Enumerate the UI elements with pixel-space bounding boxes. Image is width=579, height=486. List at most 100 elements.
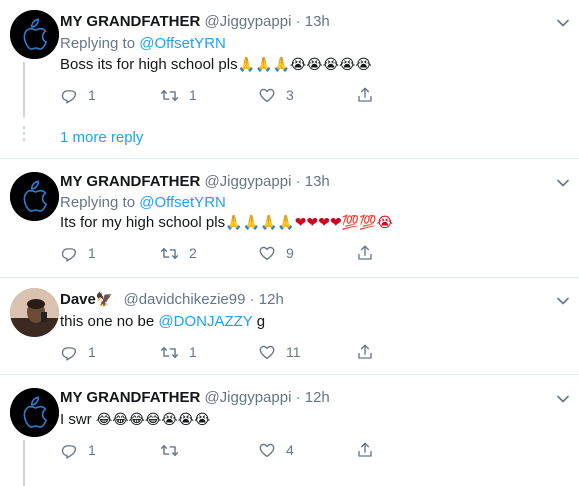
share-button[interactable] [356,342,384,362]
like-count: 3 [286,87,294,103]
share-icon [356,343,374,361]
tweet-header: Dave🦅 @davidchikezie99 · 12h [60,290,284,310]
retweet-count: 2 [189,245,197,261]
replying-to: Replying to @OffsetYRN [60,193,226,213]
like-button[interactable]: 9 [258,243,294,263]
retweet-button[interactable]: 1 [160,85,197,105]
tweet-text-content: Boss its for high school pls [60,56,238,73]
replying-to-mention[interactable]: @OffsetYRN [139,194,226,211]
retweet-icon [160,343,179,362]
separator-dot: · [295,173,301,190]
share-button[interactable] [356,85,384,105]
tweet-header: MY GRANDFATHER @Jiggypappi · 13h [60,12,330,32]
user-handle[interactable]: @Jiggypappi [204,173,291,190]
tweet-emojis: 😂😂😂😂😭😭😭 [95,412,211,428]
replying-to-label: Replying to [60,35,136,52]
like-button[interactable]: 4 [258,440,294,460]
tweet[interactable]: MY GRANDFATHER @Jiggypappi · 13h Replyin… [0,0,579,130]
share-icon [356,86,374,104]
mention-link[interactable]: @DONJAZZY [158,313,252,330]
tweet-actions: 1 1 11 [60,342,400,362]
reply-icon [60,441,78,459]
avatar[interactable] [10,288,59,337]
tweet-text-content: this one no be [60,313,159,330]
like-icon [258,86,276,104]
timestamp[interactable]: 13h [305,173,330,190]
user-handle[interactable]: @davidchikezie99 [123,291,245,308]
reply-button[interactable]: 1 [60,440,96,460]
chevron-down-icon[interactable] [557,179,569,187]
tweet-text-content: I swr [60,411,96,428]
divider [0,374,579,375]
retweet-count: 1 [189,87,197,103]
retweet-button[interactable]: 1 [160,342,197,362]
share-button[interactable] [356,243,384,263]
apple-logo-icon [10,172,59,221]
tweet-text-after: g [252,313,266,330]
like-icon [258,441,276,459]
tweet[interactable]: Dave🦅 @davidchikezie99 · 12h this one no… [0,278,579,378]
chevron-down-icon[interactable] [557,297,569,305]
retweet-count: 1 [189,344,197,360]
retweet-icon [160,86,179,105]
avatar[interactable] [10,388,59,437]
divider [0,158,579,159]
tweet-actions: 1 2 9 [60,243,400,263]
replying-to: Replying to @OffsetYRN [60,34,226,54]
replying-to-mention[interactable]: @OffsetYRN [139,35,226,52]
tweet[interactable]: MY GRANDFATHER @Jiggypappi · 12h I swr 😂… [0,376,579,486]
profile-photo-icon [10,288,59,337]
tweet-text-content: Its for my high school pls [60,214,226,231]
timestamp[interactable]: 12h [305,389,330,406]
reply-icon [60,343,78,361]
separator-dot: · [249,291,255,308]
separator-dot: · [295,389,301,406]
chevron-down-icon[interactable] [557,395,569,403]
chevron-down-icon[interactable] [557,19,569,27]
tweet-text: this one no be @DONJAZZY g [60,312,265,332]
like-count: 11 [286,344,301,360]
user-handle[interactable]: @Jiggypappi [204,389,291,406]
reply-icon [60,86,78,104]
thread-line [23,440,25,486]
display-name[interactable]: MY GRANDFATHER [60,13,200,30]
retweet-icon [160,441,179,460]
tweet-text: Boss its for high school pls🙏🙏🙏😭😭😭😭😭 [60,55,372,75]
avatar[interactable] [10,172,59,221]
reply-button[interactable]: 1 [60,85,96,105]
timestamp[interactable]: 12h [259,291,284,308]
tweet-emojis: 🙏🙏🙏🙏❤❤❤❤💯💯😭 [225,215,393,231]
retweet-button[interactable]: 2 [160,243,197,263]
display-name[interactable]: Dave [60,291,96,308]
like-count: 4 [286,442,294,458]
tweet-header: MY GRANDFATHER @Jiggypappi · 12h [60,388,330,408]
apple-logo-icon [10,10,59,59]
timestamp[interactable]: 13h [305,13,330,30]
share-icon [356,244,374,262]
tweet[interactable]: MY GRANDFATHER @Jiggypappi · 13h Replyin… [0,160,579,280]
like-icon [258,343,276,361]
reply-button[interactable]: 1 [60,342,96,362]
thread-dots [22,126,26,144]
user-handle[interactable]: @Jiggypappi [204,13,291,30]
reply-icon [60,244,78,262]
share-button[interactable] [356,440,384,460]
like-button[interactable]: 11 [258,342,301,362]
reply-count: 1 [88,442,96,458]
display-name[interactable]: MY GRANDFATHER [60,389,200,406]
tweet-header: MY GRANDFATHER @Jiggypappi · 13h [60,172,330,192]
like-button[interactable]: 3 [258,85,294,105]
tweet-emojis: 🙏🙏🙏😭😭😭😭😭 [237,57,372,73]
tweet-text: I swr 😂😂😂😂😭😭😭 [60,410,210,430]
retweet-icon [160,244,179,263]
avatar[interactable] [10,10,59,59]
reply-button[interactable]: 1 [60,243,96,263]
more-reply-link[interactable]: 1 more reply [60,128,143,148]
apple-logo-icon [10,388,59,437]
retweet-button[interactable] [160,440,189,460]
reply-count: 1 [88,344,96,360]
like-count: 9 [286,245,294,261]
reply-count: 1 [88,87,96,103]
display-name[interactable]: MY GRANDFATHER [60,173,200,190]
thread-line [23,62,25,117]
